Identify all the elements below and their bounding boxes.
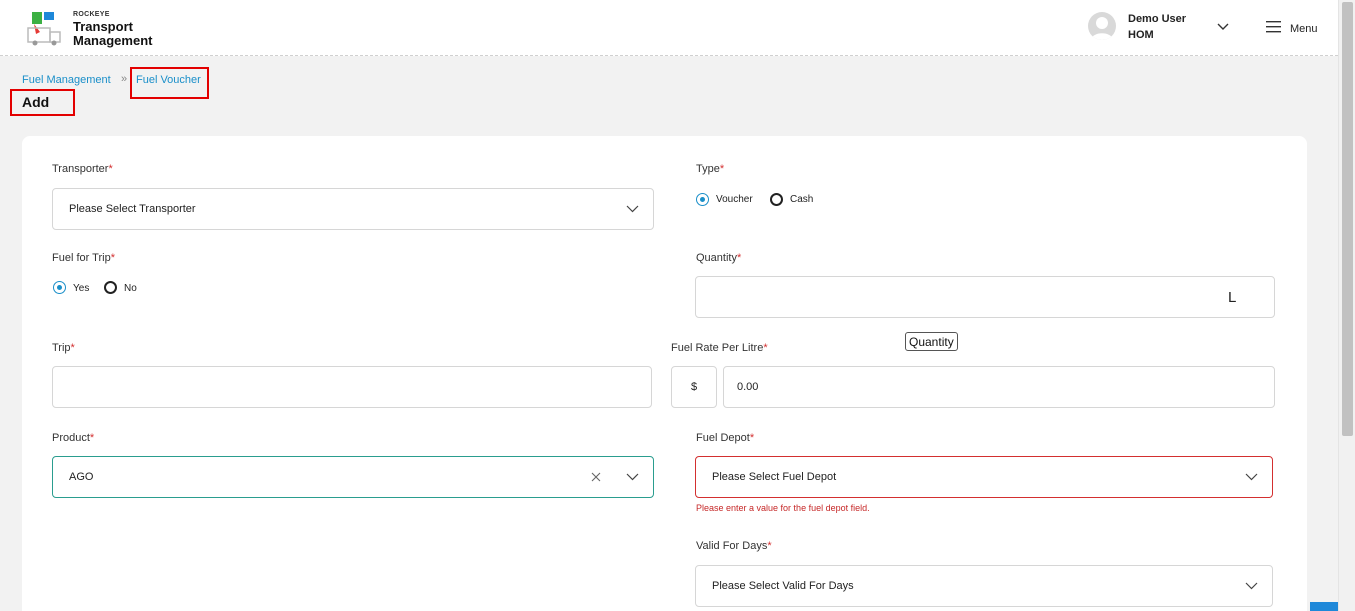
fuel-for-trip-yes-radio[interactable] [53,281,66,294]
currency-prefix: $ [671,366,717,408]
highlight-box-title [10,89,75,116]
hamburger-menu-icon[interactable] [1266,20,1282,34]
quantity-unit: L [1228,289,1237,306]
quantity-label: Quantity* [696,252,742,264]
fuel-rate-label: Fuel Rate Per Litre* [671,342,768,354]
quantity-tooltip: Quantity [905,332,958,351]
valid-for-days-label: Valid For Days* [696,540,772,552]
trip-input[interactable] [52,366,652,408]
top-header: ROCKEYE Transport Management Demo User H… [0,0,1338,56]
quantity-input[interactable] [695,276,1275,318]
user-silhouette-icon [1091,17,1113,40]
product-select-value: AGO [69,471,94,483]
transporter-select[interactable]: Please Select Transporter [52,188,654,230]
scroll-to-top-button[interactable] [1310,602,1338,611]
type-cash-label[interactable]: Cash [790,194,813,205]
transporter-label: Transporter* [52,163,113,175]
clear-icon[interactable] [591,472,601,482]
fuel-for-trip-no-radio[interactable] [104,281,117,294]
chevron-down-icon [626,205,639,213]
highlight-box-breadcrumb [130,67,209,99]
fuel-rate-value: 0.00 [737,381,759,393]
product-select[interactable]: AGO [52,456,654,498]
type-voucher-radio[interactable] [696,193,709,206]
chevron-down-icon [1245,582,1258,590]
fuel-for-trip-yes-label[interactable]: Yes [73,283,89,294]
user-code: HOM [1128,29,1154,41]
breadcrumb-separator: » [121,73,128,85]
valid-for-days-select-value: Please Select Valid For Days [712,580,854,592]
user-avatar[interactable] [1088,12,1116,40]
breadcrumb-fuel-management[interactable]: Fuel Management [22,74,111,86]
type-voucher-label[interactable]: Voucher [716,194,753,205]
fuel-rate-input[interactable]: 0.00 [723,366,1275,408]
type-cash-radio[interactable] [770,193,783,206]
fuel-depot-label: Fuel Depot* [696,432,755,444]
fuel-depot-error: Please enter a value for the fuel depot … [696,503,870,513]
transport-logo-icon [27,12,61,46]
menu-button[interactable]: Menu [1290,23,1318,35]
scrollbar-thumb[interactable] [1342,2,1353,436]
fuel-for-trip-label: Fuel for Trip* [52,252,115,264]
valid-for-days-select[interactable]: Please Select Valid For Days [695,565,1273,607]
transporter-select-value: Please Select Transporter [69,203,196,215]
fuel-depot-select[interactable]: Please Select Fuel Depot [695,456,1273,498]
fuel-for-trip-no-label[interactable]: No [124,283,137,294]
chevron-down-icon [626,473,639,481]
chevron-down-icon[interactable] [1216,20,1230,34]
brand-name: Transport Management [73,19,153,48]
brand-tagline: ROCKEYE [73,11,110,18]
trip-label: Trip* [52,342,75,354]
chevron-down-icon [1245,473,1258,481]
product-label: Product* [52,432,95,444]
fuel-depot-select-value: Please Select Fuel Depot [712,471,837,483]
type-label: Type* [696,163,725,175]
user-name[interactable]: Demo User [1128,13,1186,25]
page-scrollbar[interactable] [1338,0,1355,611]
